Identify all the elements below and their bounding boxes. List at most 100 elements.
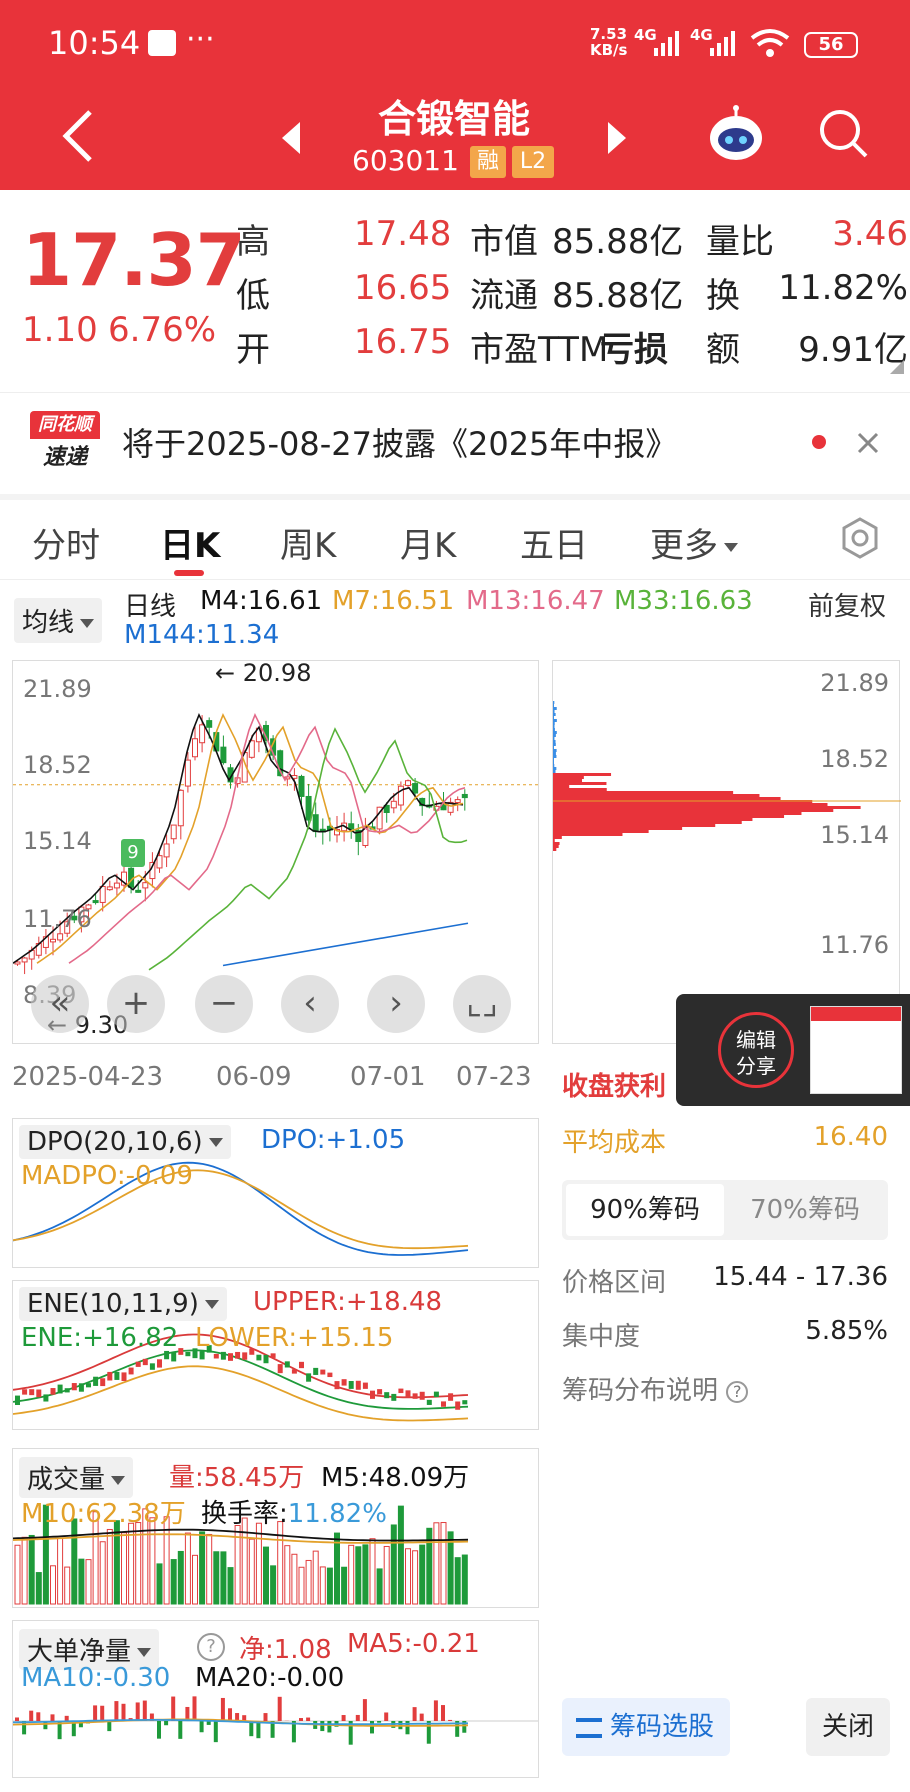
candle-body [206,720,213,728]
prev-stock-icon[interactable] [280,120,304,156]
scroll-start-button[interactable]: « [31,975,89,1033]
ene-candle [448,1393,454,1401]
settings-icon[interactable] [838,516,882,560]
ma-m13: M13:16.47 [466,586,605,616]
ene-upper: UPPER:+18.48 [253,1287,443,1317]
event-badge[interactable]: 9 [121,839,145,867]
chip-help-link[interactable]: 筹码分布说明 ? [562,1370,749,1407]
ene-candle [426,1399,432,1405]
search-icon[interactable] [816,106,870,160]
volume-bar [419,1544,426,1605]
stat-volratio-value: 3.46 [832,214,908,254]
chip-bar [553,833,623,836]
net-bar [256,1721,261,1739]
kline-chart[interactable]: 21.89 18.52 15.14 11.76 8.39 ← 20.98 ← 9… [12,660,539,1044]
candle-body [177,789,184,827]
robot-assistant-icon[interactable] [706,104,766,164]
tab-five-day[interactable]: 五日 [520,518,588,567]
net-bar [135,1702,140,1721]
net-bar [171,1696,176,1721]
net-bar [142,1700,147,1721]
volume-bar [291,1553,298,1605]
scroll-right-button[interactable]: › [367,975,425,1033]
ene-selector[interactable]: ENE(10,11,9) [19,1287,227,1321]
ene-candle [355,1380,361,1390]
candle-body [113,882,120,889]
ene-candle [86,1383,91,1388]
ene-panel[interactable]: ENE(10,11,9) UPPER:+18.48 ENE:+16.82 LOW… [12,1280,539,1430]
net-bar [327,1721,332,1733]
ma-selector[interactable]: 均线 [14,598,103,643]
volume-bar [192,1554,198,1605]
price-change-pct: 6.76% [108,310,217,350]
tab-intraday[interactable]: 分时 [32,518,100,567]
ene-candle [284,1361,290,1368]
scroll-left-button[interactable]: ‹ [281,975,339,1033]
screenshot-thumbnail[interactable] [810,1006,902,1094]
volume-bar [326,1567,333,1605]
chip-bar [553,803,828,806]
net-bar [213,1721,218,1743]
candle-body [412,783,419,794]
volume-bar [206,1533,213,1605]
back-icon[interactable] [60,108,96,164]
chip-close-button[interactable]: 关闭 [806,1698,890,1756]
close-icon[interactable] [856,431,880,455]
chip-bar [553,806,861,809]
help-icon[interactable]: ? [197,1633,225,1661]
tab-weekly-k[interactable]: 周K [280,518,336,567]
volume-bar [21,1536,28,1605]
notice-bar[interactable]: 同花顺 速递 将于2025-08-27披露《2025年中报》 [0,392,910,492]
net-bar [263,1713,268,1721]
tab-70-chips[interactable]: 70%筹码 [726,1184,884,1236]
ene-candle [348,1381,354,1389]
dpo-panel[interactable]: DPO(20,10,6) DPO:+1.05 MADPO:-0.09 [12,1118,539,1268]
ene-candle [320,1369,326,1375]
edit-share-button[interactable]: 编辑 分享 [718,1012,794,1088]
ene-lower: LOWER:+15.15 [195,1323,394,1353]
title-bar: 合锻智能 603011 融 L2 [0,90,910,190]
stat-high-label: 高 [236,222,270,262]
vol-selector[interactable]: 成交量 [19,1457,134,1498]
tab-daily-k[interactable]: 日K [160,518,220,567]
candle-body [163,843,170,858]
chip-distribution-chart[interactable]: 21.89 18.52 15.14 11.76 [552,660,901,1044]
ene-candle [441,1401,446,1407]
candle-body [156,855,163,869]
volume-bar [177,1550,184,1605]
adjust-mode[interactable]: 前复权 [808,586,886,623]
chip-bar [553,845,559,848]
volume-bar [454,1557,461,1605]
ene-candle [462,1400,468,1405]
ma-m7: M7:16.51 [332,586,455,616]
volume-panel[interactable]: 成交量 量:58.45万 M5:48.09万 M10:62.38万 换手率:11… [12,1448,539,1608]
zoom-out-button[interactable]: − [195,975,253,1033]
chip-bar [553,794,760,797]
price-change: 1.10 [22,310,98,350]
ene-candle [455,1401,461,1410]
net-bar [377,1721,382,1723]
big-ma20: MA20:-0.00 [195,1663,345,1693]
ene-candle [15,1395,20,1406]
chip-bar [553,761,554,764]
ene-candle [277,1364,283,1374]
tab-90-chips[interactable]: 90%筹码 [566,1184,724,1236]
tab-monthly-k[interactable]: 月K [400,518,456,567]
share-popup[interactable]: 编辑 分享 [676,994,910,1106]
volume-bar [355,1546,362,1605]
ene-candle [114,1371,120,1380]
chip-stock-pick-button[interactable]: 筹码选股 [562,1698,730,1756]
badge-margin: 融 [470,146,506,178]
zoom-in-button[interactable]: + [107,975,165,1033]
big-order-panel[interactable]: 大单净量 ? 净:1.08 MA5:-0.21 MA10:-0.30 MA20:… [12,1620,539,1778]
expand-corner-icon[interactable] [890,360,904,374]
fullscreen-button[interactable]: ⌞⌟ [453,975,511,1033]
stat-low-value: 16.65 [354,268,452,308]
tab-more[interactable]: 更多 [650,518,738,567]
next-stock-icon[interactable] [604,120,628,156]
badge-l2: L2 [512,146,554,178]
date-1: 2025-04-23 [12,1062,164,1092]
signal2-icon [710,31,735,56]
dpo-selector[interactable]: DPO(20,10,6) [19,1125,231,1159]
ene-candle [157,1359,162,1368]
